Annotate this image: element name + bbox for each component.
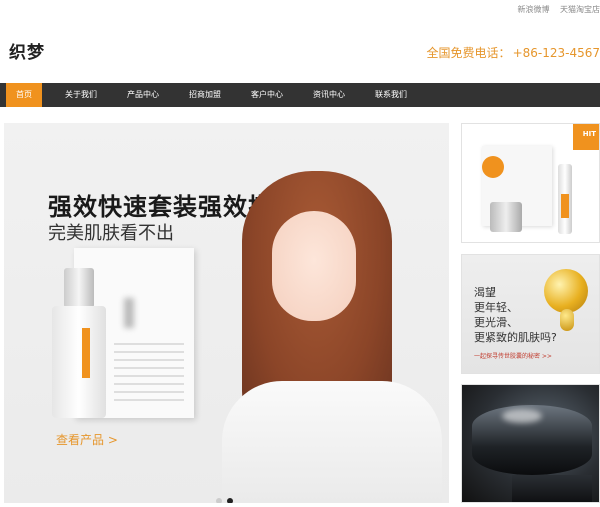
slider-dots <box>216 489 238 503</box>
capsule-secret-link[interactable]: 一起探寻传世胶囊的秘密 >> <box>474 351 552 360</box>
promo-line-4: 更紧致的肌肤吗? <box>474 331 557 344</box>
view-products-link[interactable]: 查看产品 > <box>56 431 118 448</box>
hotline-number: +86-123-4567 <box>512 46 600 60</box>
weibo-link[interactable]: 新浪微博 <box>517 5 549 14</box>
nav-item-home[interactable]: 首页 <box>6 83 42 107</box>
cream-jar-image <box>490 202 522 232</box>
nav-item-products[interactable]: 产品中心 <box>112 83 174 107</box>
capsule-promo-text: 渴望 更年轻、 更光滑、 更紧致的肌肤吗? <box>474 285 557 345</box>
side-panel-products[interactable]: HIT <box>461 123 600 243</box>
product-bottle-image <box>52 268 106 418</box>
hotline-label: 全国免费电话： <box>426 46 511 60</box>
promo-line-1: 渴望 <box>474 286 496 299</box>
nav-item-about[interactable]: 关于我们 <box>50 83 112 107</box>
gold-drop-image <box>560 309 574 331</box>
banner-subline: 完美肌肤看不出 <box>48 223 174 244</box>
jar-base-image <box>512 475 592 502</box>
slider-dot-2[interactable] <box>227 498 233 503</box>
hotline: 全国免费电话： +86-123-4567 <box>427 44 600 61</box>
top-links: 新浪微博 天猫淘宝店 <box>509 4 600 18</box>
nav-item-customers[interactable]: 客户中心 <box>236 83 298 107</box>
hit-badge: HIT <box>573 124 599 150</box>
slider-dot-1[interactable] <box>216 498 222 503</box>
main-nav: 首页 关于我们 产品中心 招商加盟 客户中心 资讯中心 联系我们 <box>0 83 600 107</box>
side-panel-capsule[interactable]: 渴望 更年轻、 更光滑、 更紧致的肌肤吗? 一起探寻传世胶囊的秘密 >> <box>461 254 600 374</box>
model-photo <box>222 171 442 503</box>
nav-item-contact[interactable]: 联系我们 <box>360 83 422 107</box>
tmall-link[interactable]: 天猫淘宝店 <box>560 5 600 14</box>
hero-banner[interactable]: 强效快速套装强效搭配 完美肌肤看不出 查看产品 > <box>4 123 449 503</box>
nav-item-news[interactable]: 资讯中心 <box>298 83 360 107</box>
serum-tube-image <box>558 164 572 234</box>
promo-line-3: 更光滑、 <box>474 316 518 329</box>
black-cream-jar-image <box>472 405 592 475</box>
side-panel-cream[interactable] <box>461 384 600 503</box>
nav-item-franchise[interactable]: 招商加盟 <box>174 83 236 107</box>
promo-line-2: 更年轻、 <box>474 301 518 314</box>
site-logo[interactable]: 织梦 <box>9 38 45 63</box>
